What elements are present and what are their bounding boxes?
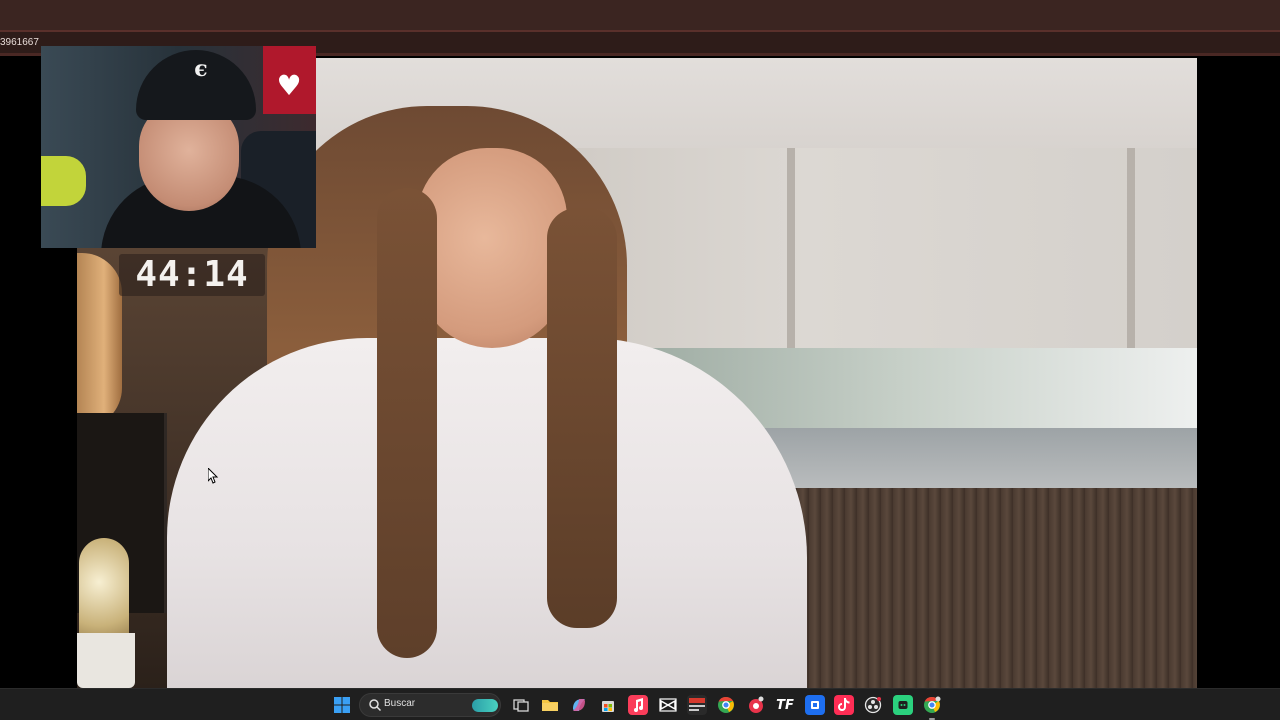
webcam-bag <box>41 156 86 206</box>
video-scene-pot <box>77 633 135 688</box>
browser-top-bar <box>0 0 1280 30</box>
windows-start-icon[interactable] <box>332 695 352 715</box>
banner-logo-icon: ♥ <box>276 69 302 102</box>
tiktok-icon[interactable] <box>834 695 854 715</box>
search-highlight-icon <box>472 699 498 712</box>
search-icon <box>369 699 382 712</box>
file-explorer-icon[interactable] <box>540 695 560 715</box>
recorder-icon[interactable] <box>746 695 766 715</box>
taskbar: Buscar TF <box>0 688 1280 720</box>
chrome-profile-icon[interactable] <box>922 695 942 720</box>
video-scene-vase <box>77 253 122 428</box>
url-fragment-text: 3961667 <box>0 37 39 48</box>
cap-logo-icon: ϵ <box>194 56 208 82</box>
video-person-face <box>417 148 567 348</box>
taskbar-search-box[interactable]: Buscar <box>359 693 501 717</box>
desktop-screen: 3961667 44:14 ♥ ϵ Buscar TF <box>0 0 1280 720</box>
task-view-icon[interactable] <box>511 695 531 715</box>
app-blue-icon[interactable] <box>805 695 825 715</box>
tf-app-icon[interactable]: TF <box>775 695 795 715</box>
obs-icon[interactable] <box>863 695 883 715</box>
countdown-timer: 44:14 <box>119 254 265 296</box>
mouse-cursor-icon <box>208 468 219 484</box>
video-person-hair-strand <box>547 208 617 628</box>
news-app-icon[interactable] <box>687 695 707 715</box>
copilot-icon[interactable] <box>569 695 589 715</box>
app-green-icon[interactable] <box>893 695 913 715</box>
apple-music-icon[interactable] <box>628 695 648 715</box>
video-scene-lamp <box>79 538 129 648</box>
chrome-icon[interactable] <box>716 695 736 715</box>
video-person-hair-strand <box>377 188 437 658</box>
search-placeholder: Buscar <box>384 698 416 709</box>
capcut-icon[interactable] <box>658 695 678 715</box>
webcam-overlay: ♥ ϵ <box>41 46 316 248</box>
video-person-body <box>167 338 807 688</box>
microsoft-store-icon[interactable] <box>598 695 618 715</box>
